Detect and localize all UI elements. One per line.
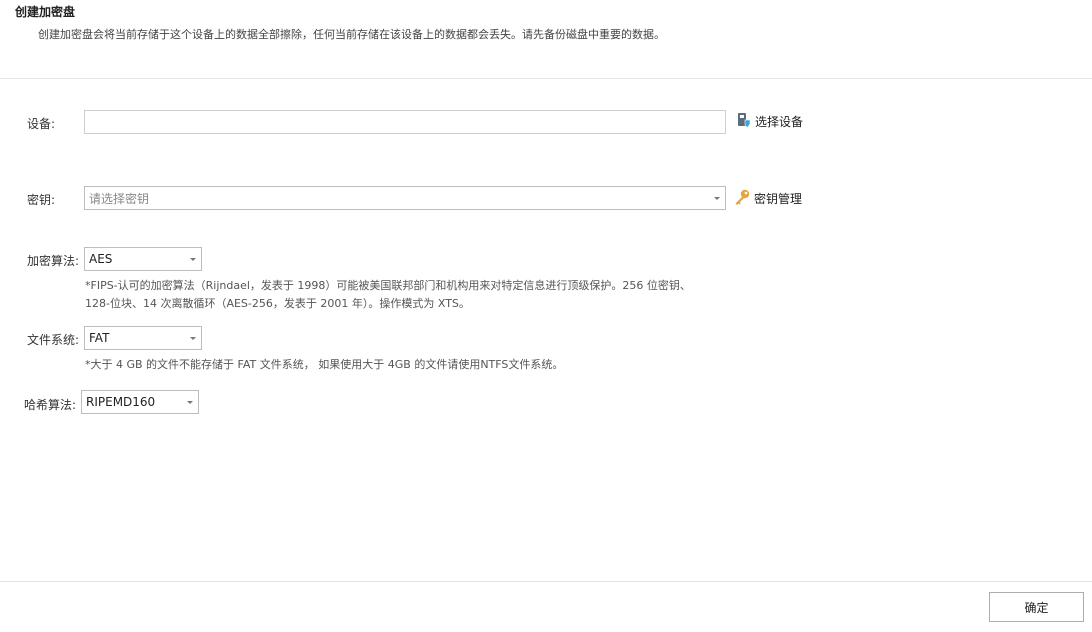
encryption-note-line1: *FIPS-认可的加密算法（Rijndael，发表于 1998）可能被美国联邦部…	[85, 279, 691, 292]
filesystem-value: FAT	[89, 331, 110, 345]
key-select[interactable]: 请选择密钥	[84, 186, 726, 210]
select-device-label: 选择设备	[755, 115, 804, 129]
device-field[interactable]	[84, 110, 726, 134]
encryption-label: 加密算法:	[27, 254, 80, 268]
encryption-select[interactable]: AES	[84, 247, 202, 271]
footer-divider	[0, 581, 1092, 582]
header-divider	[0, 78, 1092, 79]
filesystem-label: 文件系统:	[27, 333, 80, 347]
key-management-button[interactable]: 密钥管理	[733, 188, 802, 209]
usb-drive-shield-icon	[736, 112, 752, 131]
key-placeholder: 请选择密钥	[89, 191, 150, 206]
ok-button[interactable]: 确定	[989, 592, 1084, 622]
page-title: 创建加密盘	[15, 5, 76, 19]
key-icon	[733, 188, 751, 209]
hash-select[interactable]: RIPEMD160	[81, 390, 199, 414]
key-management-label: 密钥管理	[754, 192, 803, 206]
key-label: 密钥:	[27, 193, 56, 207]
chevron-down-icon[interactable]	[185, 327, 201, 349]
filesystem-select[interactable]: FAT	[84, 326, 202, 350]
hash-value: RIPEMD160	[86, 395, 156, 409]
device-label: 设备:	[27, 117, 56, 131]
ok-button-label: 确定	[1024, 600, 1049, 615]
encryption-value: AES	[89, 252, 113, 266]
page-description: 创建加密盘会将当前存储于这个设备上的数据全部擦除，任何当前存储在该设备上的数据都…	[38, 28, 665, 41]
encryption-note-line2: 128-位块、14 次离散循环（AES-256，发表于 2001 年）。操作模式…	[85, 297, 470, 310]
chevron-down-icon[interactable]	[182, 391, 198, 413]
hash-label: 哈希算法:	[24, 398, 77, 412]
filesystem-note: *大于 4 GB 的文件不能存储于 FAT 文件系统， 如果使用大于 4GB 的…	[85, 358, 564, 371]
select-device-button[interactable]: 选择设备	[736, 112, 803, 131]
chevron-down-icon[interactable]	[709, 187, 725, 209]
chevron-down-icon[interactable]	[185, 248, 201, 270]
